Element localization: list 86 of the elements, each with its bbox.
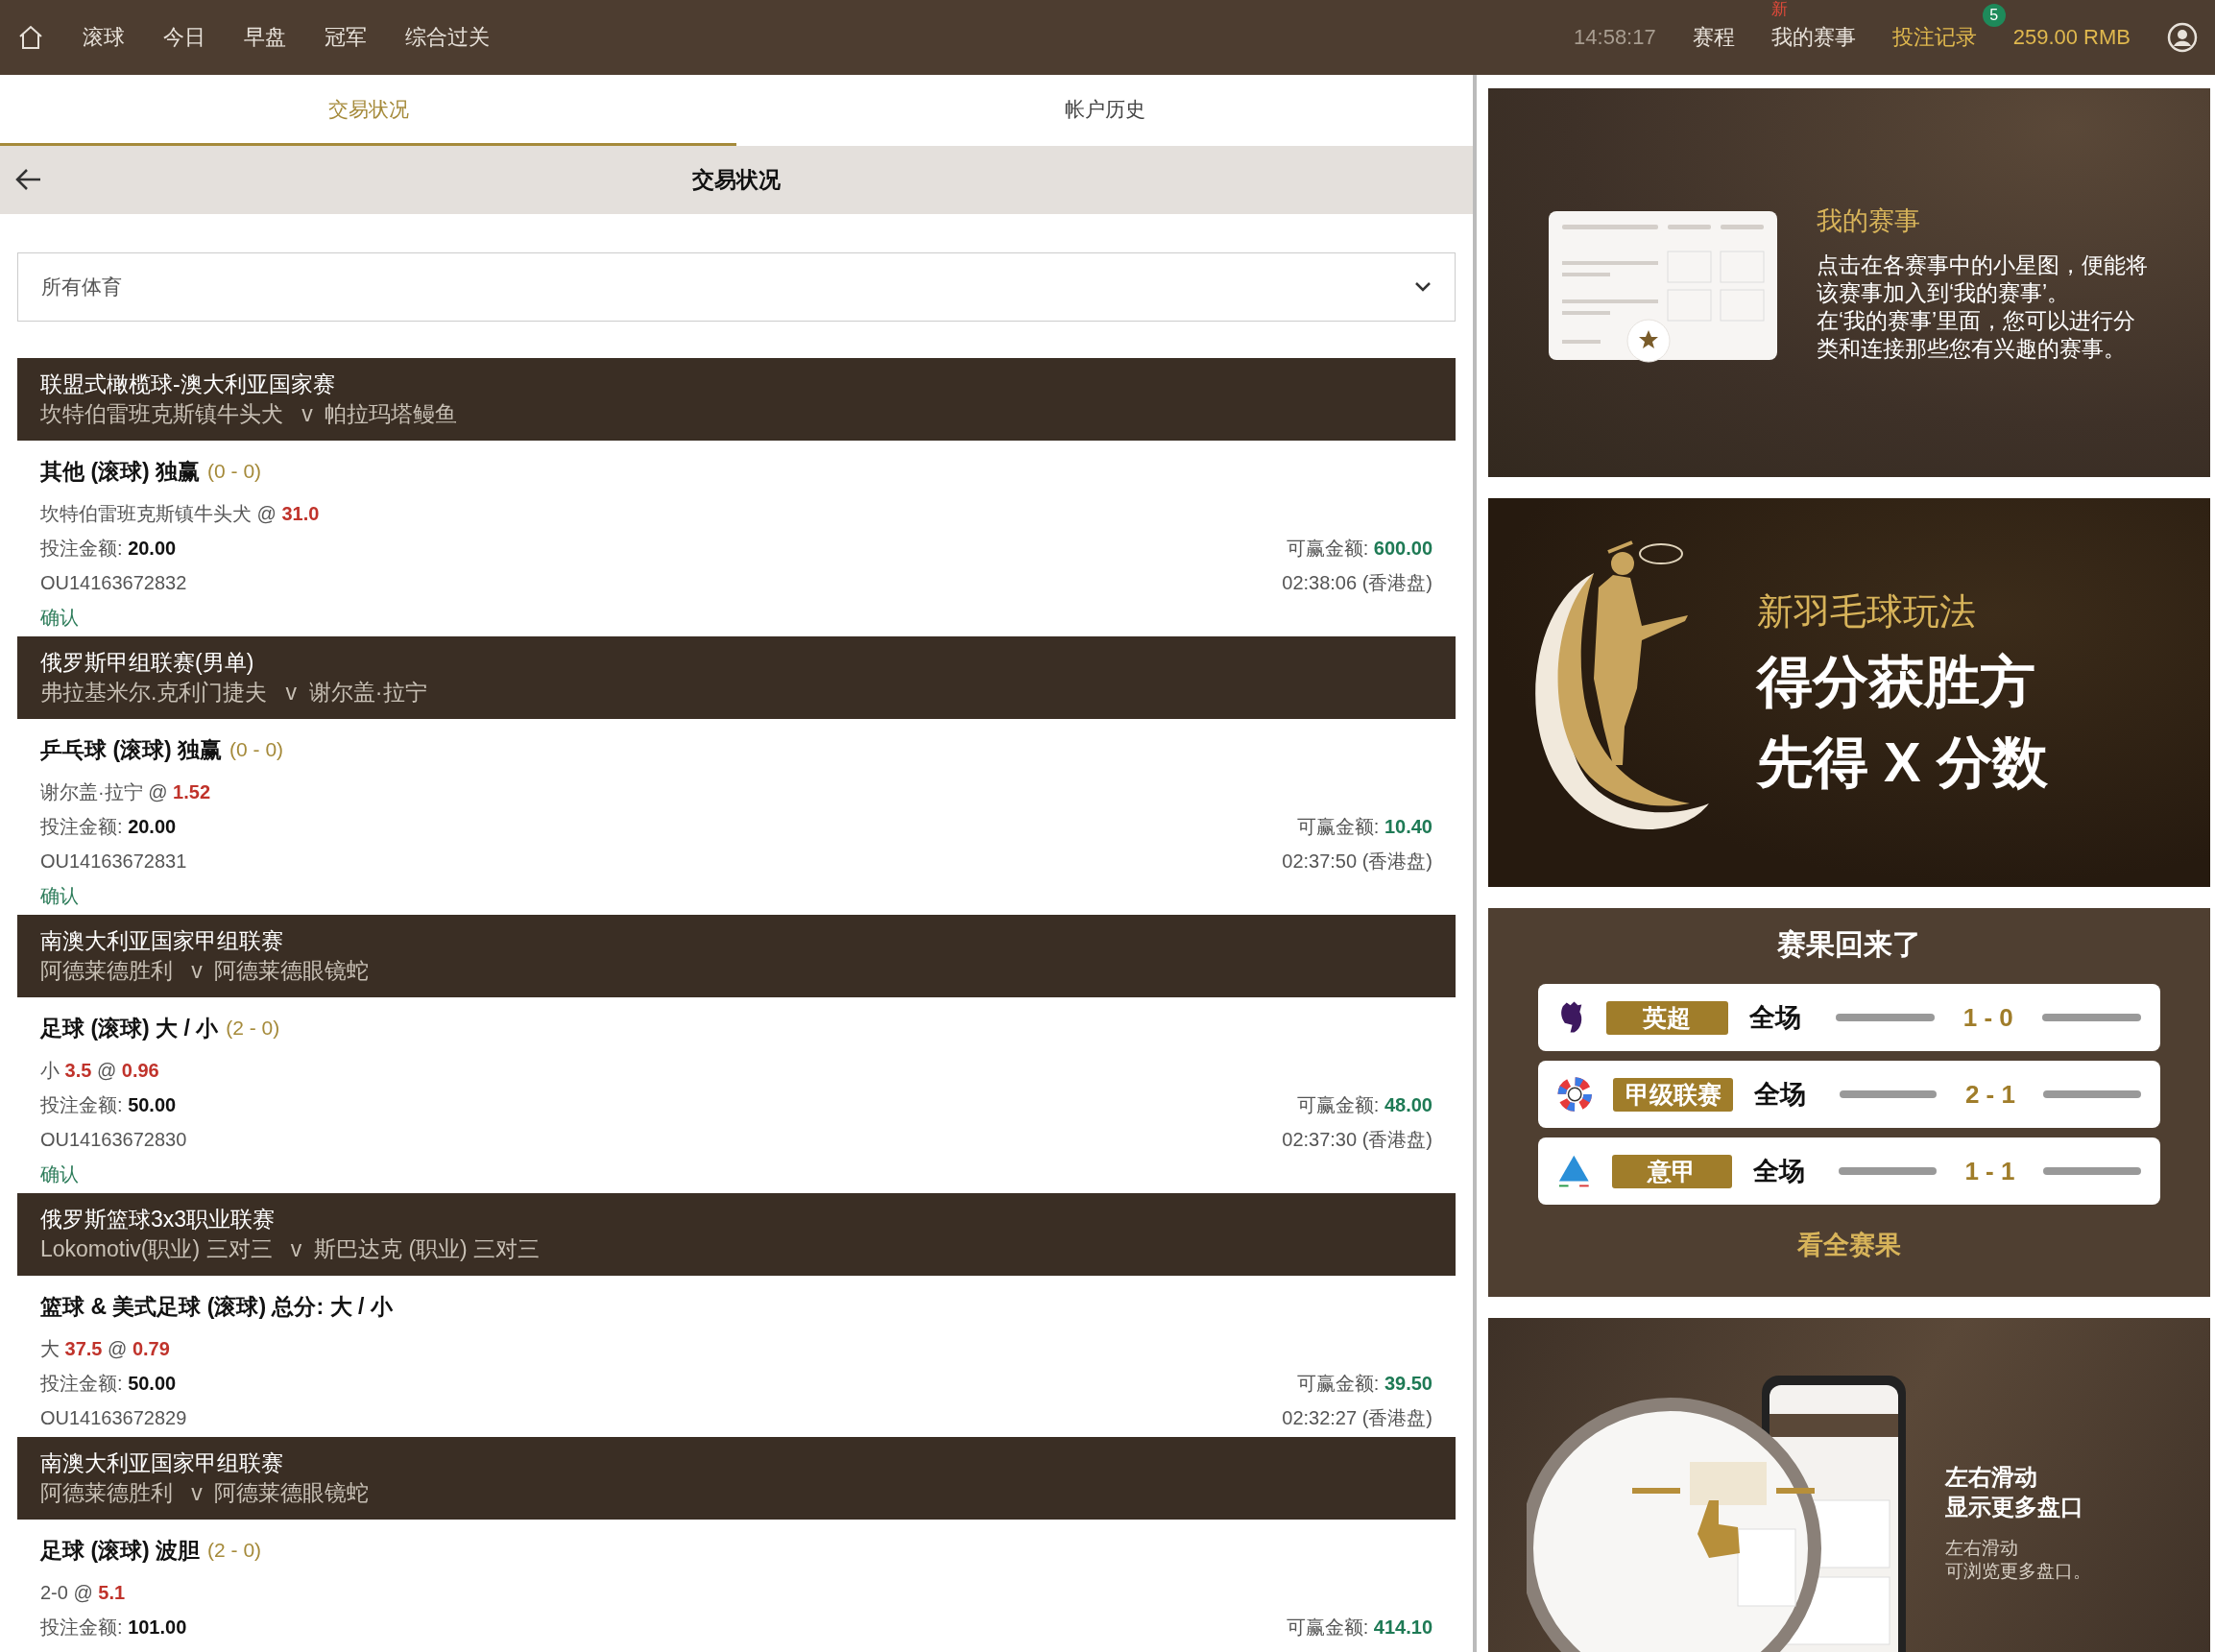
- chevron-down-icon: [1414, 281, 1432, 293]
- banner-subtitle: 新羽毛球玩法: [1757, 590, 1977, 634]
- score-text: (0 - 0): [229, 738, 284, 761]
- page-title: 交易状况: [692, 166, 781, 194]
- stake-text: 投注金额: 50.00: [40, 1371, 177, 1396]
- schedule-link[interactable]: 赛程: [1692, 23, 1735, 52]
- market-name: 其他 (滚球) 独赢: [40, 457, 201, 486]
- market-name: 足球 (滚球) 大 / 小: [40, 1014, 219, 1042]
- result-score: 1 - 1: [1963, 1156, 2016, 1186]
- clock-text: 14:58:17: [1574, 25, 1656, 50]
- bet-time: 02:32:27 (香港盘): [1282, 1405, 1433, 1430]
- tab[interactable]: 帐户历史: [736, 75, 1473, 146]
- selection-text: 坎特伯雷班克斯镇牛头犬 @ 31.0: [40, 501, 320, 526]
- promo-text: 点击在各赛事中的小星图，便能将该赛事加入到‘我的赛事’。: [1817, 251, 2149, 307]
- bet-time: 02:37:50 (香港盘): [1282, 849, 1433, 874]
- league-name: 联盟式橄榄球-澳大利亚国家赛: [40, 371, 336, 398]
- payout-text: 可赢金额: 414.10: [1286, 1615, 1433, 1640]
- match-teams: 阿德莱德胜利 v 阿德莱德眼镜蛇: [40, 1479, 371, 1507]
- home-icon[interactable]: [17, 24, 44, 51]
- nav-item[interactable]: 早盘: [244, 23, 286, 52]
- result-score: 1 - 0: [1962, 1002, 2014, 1033]
- swipe-subtitle: 左右滑动: [1945, 1537, 2019, 1560]
- match-teams: 弗拉基米尔.克利门捷夫 v 谢尔盖·拉宁: [40, 679, 428, 706]
- swipe-subtitle: 可浏览更多盘口。: [1945, 1560, 2091, 1583]
- back-arrow-icon[interactable]: [15, 167, 42, 192]
- payout-text: 可赢金额: 10.40: [1296, 814, 1433, 839]
- league-name: 俄罗斯甲组联赛(男单): [40, 649, 255, 677]
- status-text: 确认: [40, 1161, 79, 1186]
- stake-text: 投注金额: 50.00: [40, 1092, 177, 1117]
- result-score: 2 - 1: [1963, 1079, 2016, 1110]
- promo-title: 我的赛事: [1817, 204, 1921, 237]
- pyramid-logo-icon: [1557, 1153, 1591, 1189]
- swipe-title: 显示更多盘口: [1945, 1493, 2084, 1521]
- stake-text: 投注金额: 20.00: [40, 814, 177, 839]
- balance-text: 259.00 RMB: [2012, 25, 2131, 50]
- league-badge: 英超: [1606, 1000, 1728, 1035]
- period-text: 全场: [1753, 1079, 1807, 1111]
- ring-logo-icon: [1557, 1076, 1593, 1113]
- market-name: 足球 (滚球) 波胆: [40, 1536, 201, 1565]
- score-text: (0 - 0): [207, 460, 262, 483]
- league-badge: 甲级联赛: [1613, 1077, 1733, 1112]
- payout-text: 可赢金额: 600.00: [1286, 536, 1433, 561]
- count-badge: 5: [1982, 4, 2006, 27]
- ticket-id: OU14163672831: [40, 850, 187, 873]
- banner-headline: 得分获胜方: [1757, 649, 2036, 714]
- ticket-id: OU14163672830: [40, 1128, 187, 1151]
- market-name: 篮球 & 美式足球 (滚球) 总分: 大 / 小: [40, 1292, 393, 1321]
- league-badge: 意甲: [1611, 1154, 1732, 1188]
- selection-text: 谢尔盖·拉宁 @ 1.52: [40, 779, 211, 804]
- match-teams: Lokomotiv(职业) 三对三 v 斯巴达克 (职业) 三对三: [40, 1235, 542, 1263]
- selection-text: 小 3.5 @ 0.96: [40, 1058, 159, 1083]
- status-text: 确认: [40, 605, 79, 630]
- period-text: 全场: [1752, 1156, 1806, 1187]
- stake-text: 投注金额: 20.00: [40, 536, 177, 561]
- score-text: (2 - 0): [207, 1539, 262, 1562]
- selection-text: 大 37.5 @ 0.79: [40, 1336, 170, 1361]
- period-text: 全场: [1748, 1002, 1802, 1034]
- all-results-link[interactable]: 看全赛果: [1797, 1228, 1901, 1262]
- banner-headline: 先得 X 分数: [1757, 730, 2048, 795]
- score-text: (2 - 0): [226, 1017, 280, 1040]
- ticket-id: OU14163672829: [40, 1406, 187, 1429]
- results-title: 赛果回来了: [1777, 927, 1921, 962]
- nav-item[interactable]: 综合过关: [405, 23, 490, 52]
- ticket-id: OU14163672832: [40, 571, 187, 594]
- my-matches-link[interactable]: 我的赛事: [1770, 25, 1856, 49]
- bet-time: 02:38:06 (香港盘): [1282, 570, 1433, 595]
- bet-time: 02:37:30 (香港盘): [1282, 1127, 1433, 1152]
- match-teams: 坎特伯雷班克斯镇牛头犬 v 帕拉玛塔鳗鱼: [40, 400, 459, 428]
- new-tag: 新: [1770, 0, 1788, 20]
- swipe-title: 左右滑动: [1945, 1463, 2038, 1492]
- league-name: 俄罗斯篮球3x3职业联赛: [40, 1206, 277, 1233]
- stake-text: 投注金额: 101.00: [40, 1615, 187, 1640]
- promo-text: 在‘我的赛事’里面，您可以进行分类和连接那些您有兴趣的赛事。: [1817, 306, 2137, 363]
- user-icon[interactable]: [2167, 22, 2198, 53]
- status-text: 确认: [40, 883, 79, 908]
- league-name: 南澳大利亚国家甲组联赛: [40, 927, 284, 955]
- payout-text: 可赢金额: 48.00: [1296, 1092, 1433, 1117]
- sport-dropdown[interactable]: 所有体育: [17, 252, 1456, 322]
- payout-text: 可赢金额: 39.50: [1296, 1371, 1433, 1396]
- league-name: 南澳大利亚国家甲组联赛: [40, 1449, 284, 1477]
- nav-item[interactable]: 滚球: [83, 23, 125, 52]
- market-name: 乒乓球 (滚球) 独赢: [40, 735, 223, 764]
- selection-text: 2-0 @ 5.1: [40, 1581, 126, 1604]
- nav-item[interactable]: 冠军: [325, 23, 367, 52]
- match-teams: 阿德莱德胜利 v 阿德莱德眼镜蛇: [40, 957, 371, 985]
- nav-item[interactable]: 今日: [163, 23, 205, 52]
